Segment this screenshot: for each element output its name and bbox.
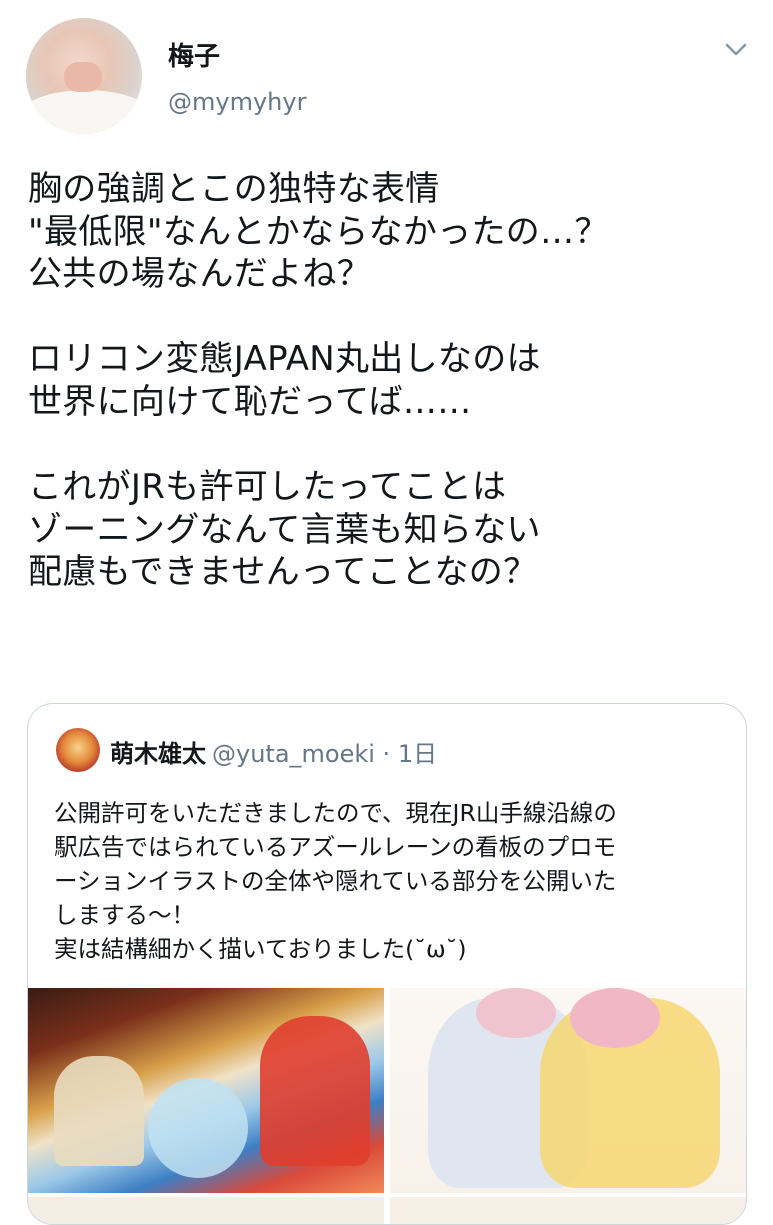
chevron-down-icon[interactable] bbox=[723, 36, 749, 62]
quoted-avatar bbox=[56, 728, 100, 772]
tweet-text: 胸の強調とこの独特な表情 "最低限"なんとかならなかったの…？ 公共の場なんだよ… bbox=[28, 169, 609, 593]
quoted-image-1[interactable] bbox=[28, 988, 384, 1193]
quoted-header: 萌木雄太 @yuta_moeki · 1日 bbox=[110, 734, 437, 769]
author-name[interactable]: 梅子 bbox=[168, 36, 220, 73]
quoted-meta: @yuta_moeki · 1日 bbox=[212, 740, 438, 768]
quoted-tweet[interactable]: 萌木雄太 @yuta_moeki · 1日 公開許可をいただきましたので、現在JR… bbox=[27, 703, 747, 1225]
quoted-author-name: 萌木雄太 bbox=[110, 740, 206, 768]
quoted-image-2[interactable] bbox=[390, 988, 746, 1193]
quoted-image-3[interactable] bbox=[28, 1197, 384, 1224]
quoted-text: 公開許可をいただきましたので、現在JR山手線沿線の 駅広告ではられているアズール… bbox=[54, 799, 617, 963]
quoted-image-4[interactable] bbox=[390, 1197, 746, 1224]
tweet-avatar[interactable] bbox=[26, 18, 142, 134]
author-handle[interactable]: @mymyhyr bbox=[168, 88, 306, 116]
